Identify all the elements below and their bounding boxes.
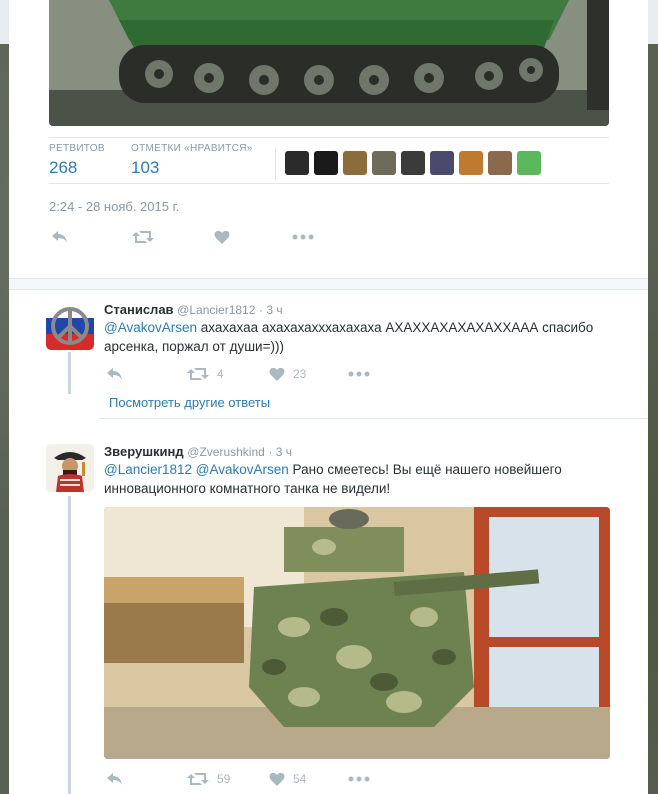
likes-stat[interactable]: ОТМЕТКИ «НРАВИТСЯ» 103 — [131, 143, 253, 178]
liker-avatar[interactable] — [430, 151, 454, 175]
liker-avatar[interactable] — [488, 151, 512, 175]
reply-icon — [52, 231, 67, 243]
retweet-count: 4 — [217, 367, 224, 381]
liker-avatar[interactable] — [314, 151, 338, 175]
tweet-photo[interactable] — [49, 0, 609, 126]
reply-icon — [107, 368, 122, 380]
mention-link[interactable]: @AvakovArsen — [104, 320, 197, 335]
retweets-stat[interactable]: РЕТВИТОВ 268 — [49, 143, 105, 178]
cardboard-tank-photo-graphic — [104, 507, 610, 759]
more-dots-icon — [348, 776, 370, 782]
like-count: 54 — [293, 772, 307, 786]
row-divider — [99, 418, 648, 419]
section-separator — [9, 278, 648, 290]
like-button[interactable]: 23 — [269, 366, 306, 382]
user-handle[interactable]: @Zverushkind — [187, 445, 265, 459]
stats-divider — [275, 147, 276, 181]
mention-link[interactable]: @Lancier1812 — [104, 462, 192, 477]
liker-avatar[interactable] — [517, 151, 541, 175]
tweet-time[interactable]: · 3 ч — [268, 445, 292, 459]
likes-label: ОТМЕТКИ «НРАВИТСЯ» — [131, 143, 253, 154]
retweet-button[interactable]: 59 — [187, 771, 230, 787]
retweet-count: 59 — [217, 772, 231, 786]
tweet-text-line: арсенка, поржал от души=))) — [104, 339, 284, 354]
tweet-card: РЕТВИТОВ 268 ОТМЕТКИ «НРАВИТСЯ» 103 2:24… — [9, 0, 648, 794]
more-dots-icon — [348, 371, 370, 377]
tweet-timestamp[interactable]: 2:24 - 28 нояб. 2015 г. — [49, 199, 179, 214]
tweet-header: Станислав @Lancier1812 · 3 ч — [104, 302, 283, 317]
thread-line — [68, 352, 71, 394]
stats-row: РЕТВИТОВ 268 ОТМЕТКИ «НРАВИТСЯ» 103 — [49, 137, 609, 184]
user-handle[interactable]: @Lancier1812 — [177, 303, 255, 317]
show-more-replies-link[interactable]: Посмотреть другие ответы — [109, 395, 270, 410]
tweet-time[interactable]: · 3 ч — [259, 303, 283, 317]
retweet-icon — [132, 231, 154, 243]
retweets-count: 268 — [49, 158, 78, 177]
reply-button[interactable] — [106, 366, 124, 382]
heart-icon — [269, 772, 285, 786]
reply-icon — [107, 773, 122, 785]
retweet-icon — [187, 368, 209, 380]
mention-link[interactable]: @AvakovArsen — [196, 462, 289, 477]
heart-icon — [214, 230, 230, 244]
liker-avatar[interactable] — [343, 151, 367, 175]
heart-icon — [269, 367, 285, 381]
liker-avatar[interactable] — [459, 151, 483, 175]
tweet-text: @AvakovArsen ахахахаа ахахахахххахахаха … — [104, 318, 644, 356]
more-dots-icon — [292, 234, 314, 240]
retweets-label: РЕТВИТОВ — [49, 143, 105, 154]
retweet-icon — [187, 773, 209, 785]
like-button[interactable]: 54 — [269, 771, 306, 787]
like-count: 23 — [293, 367, 307, 381]
reply-button[interactable] — [51, 229, 69, 245]
tweet-header: Зверушкинд @Zverushkind · 3 ч — [104, 444, 292, 459]
more-button[interactable] — [348, 771, 370, 787]
user-name[interactable]: Зверушкинд — [104, 444, 184, 459]
tweet-photo[interactable] — [104, 507, 610, 759]
thread-line — [68, 496, 71, 794]
liker-avatar[interactable] — [401, 151, 425, 175]
avatar[interactable] — [46, 302, 94, 350]
avatar[interactable] — [46, 444, 94, 492]
liker-avatar[interactable] — [372, 151, 396, 175]
liker-avatars — [285, 151, 541, 175]
tweet-text-line: ахахахаа ахахахахххахахаха АХАХХАХАХАХАХ… — [200, 320, 594, 335]
pirate-avatar — [46, 444, 94, 492]
more-button[interactable] — [292, 229, 314, 245]
likes-count: 103 — [131, 158, 160, 177]
more-button[interactable] — [348, 366, 370, 382]
liker-avatar[interactable] — [285, 151, 309, 175]
retweet-button[interactable] — [132, 229, 154, 245]
user-name[interactable]: Станислав — [104, 302, 174, 317]
retweet-button[interactable]: 4 — [187, 366, 224, 382]
reply-button[interactable] — [106, 771, 124, 787]
tweet-text-line: инновационного комнатного танка не видел… — [104, 481, 391, 496]
russia-flag-peace-avatar — [46, 302, 94, 350]
tank-photo-graphic — [49, 0, 609, 126]
tweet-text-line: Рано смеетесь! Вы ещё нашего новейшего — [292, 462, 562, 477]
like-button[interactable] — [214, 229, 230, 245]
tweet-text: @Lancier1812 @AvakovArsen Рано смеетесь!… — [104, 460, 644, 498]
